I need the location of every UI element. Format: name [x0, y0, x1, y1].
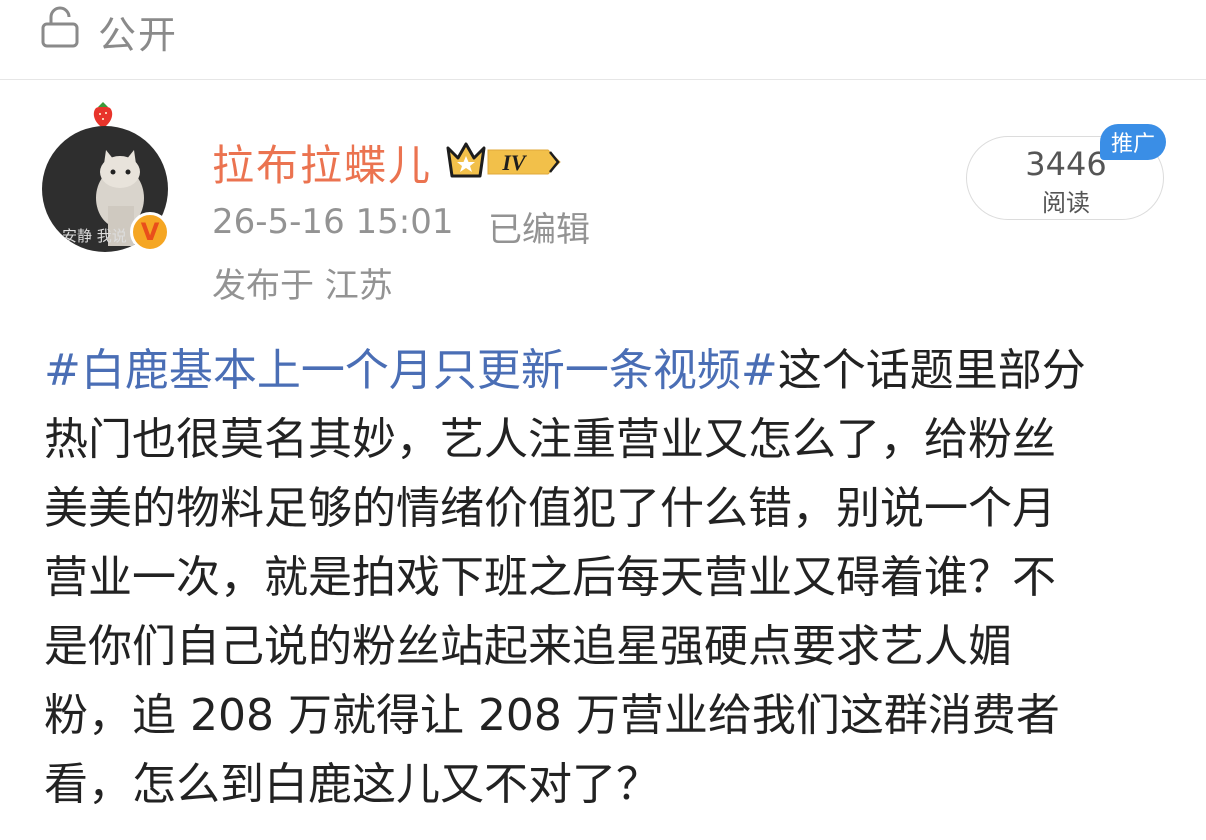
crown-level-badge-icon: IV	[446, 142, 561, 178]
post-body: #白鹿基本上一个月只更新一条视频#这个话题里部分 热门也很莫名其妙，艺人注重营业…	[44, 336, 1154, 819]
promote-badge[interactable]: 推广	[1100, 124, 1166, 160]
edited-label[interactable]: 已编辑	[488, 202, 590, 251]
post-line: 营业一次，就是拍戏下班之后每天营业又碍着谁？不	[44, 552, 1056, 603]
hashtag-link[interactable]: #白鹿基本上一个月只更新一条视频#	[44, 345, 778, 396]
verified-badge-icon: V	[130, 212, 170, 252]
visibility-label[interactable]: 公开	[98, 4, 178, 59]
username[interactable]: 拉布拉蝶儿	[212, 132, 432, 193]
level-badge-text: IV	[501, 150, 528, 175]
post-location: 发布于 江苏	[212, 266, 393, 306]
read-label: 阅读	[1042, 189, 1090, 217]
lock-icon	[41, 6, 79, 48]
avatar[interactable]: 安静 我说 V	[42, 100, 172, 252]
avatar-caption: 安静 我说	[62, 227, 127, 245]
post-line: 看，怎么到白鹿这儿又不对了？	[44, 759, 660, 810]
post-line: 美美的物料足够的情绪价值犯了什么错，别说一个月	[44, 483, 1056, 534]
post-time: 26-5-16 15:01	[212, 202, 454, 242]
post-line: 热门也很莫名其妙，艺人注重营业又怎么了，给粉丝	[44, 414, 1056, 465]
post-line: 是你们自己说的粉丝站起来追星强硬点要求艺人媚	[44, 621, 1012, 672]
post-text: 这个话题里部分	[777, 345, 1086, 396]
top-bar: 公开	[0, 0, 1206, 80]
post-line: 粉，追 208 万就得让 208 万营业给我们这群消费者	[44, 690, 1060, 741]
post-line: #白鹿基本上一个月只更新一条视频#这个话题里部分	[44, 336, 1154, 405]
